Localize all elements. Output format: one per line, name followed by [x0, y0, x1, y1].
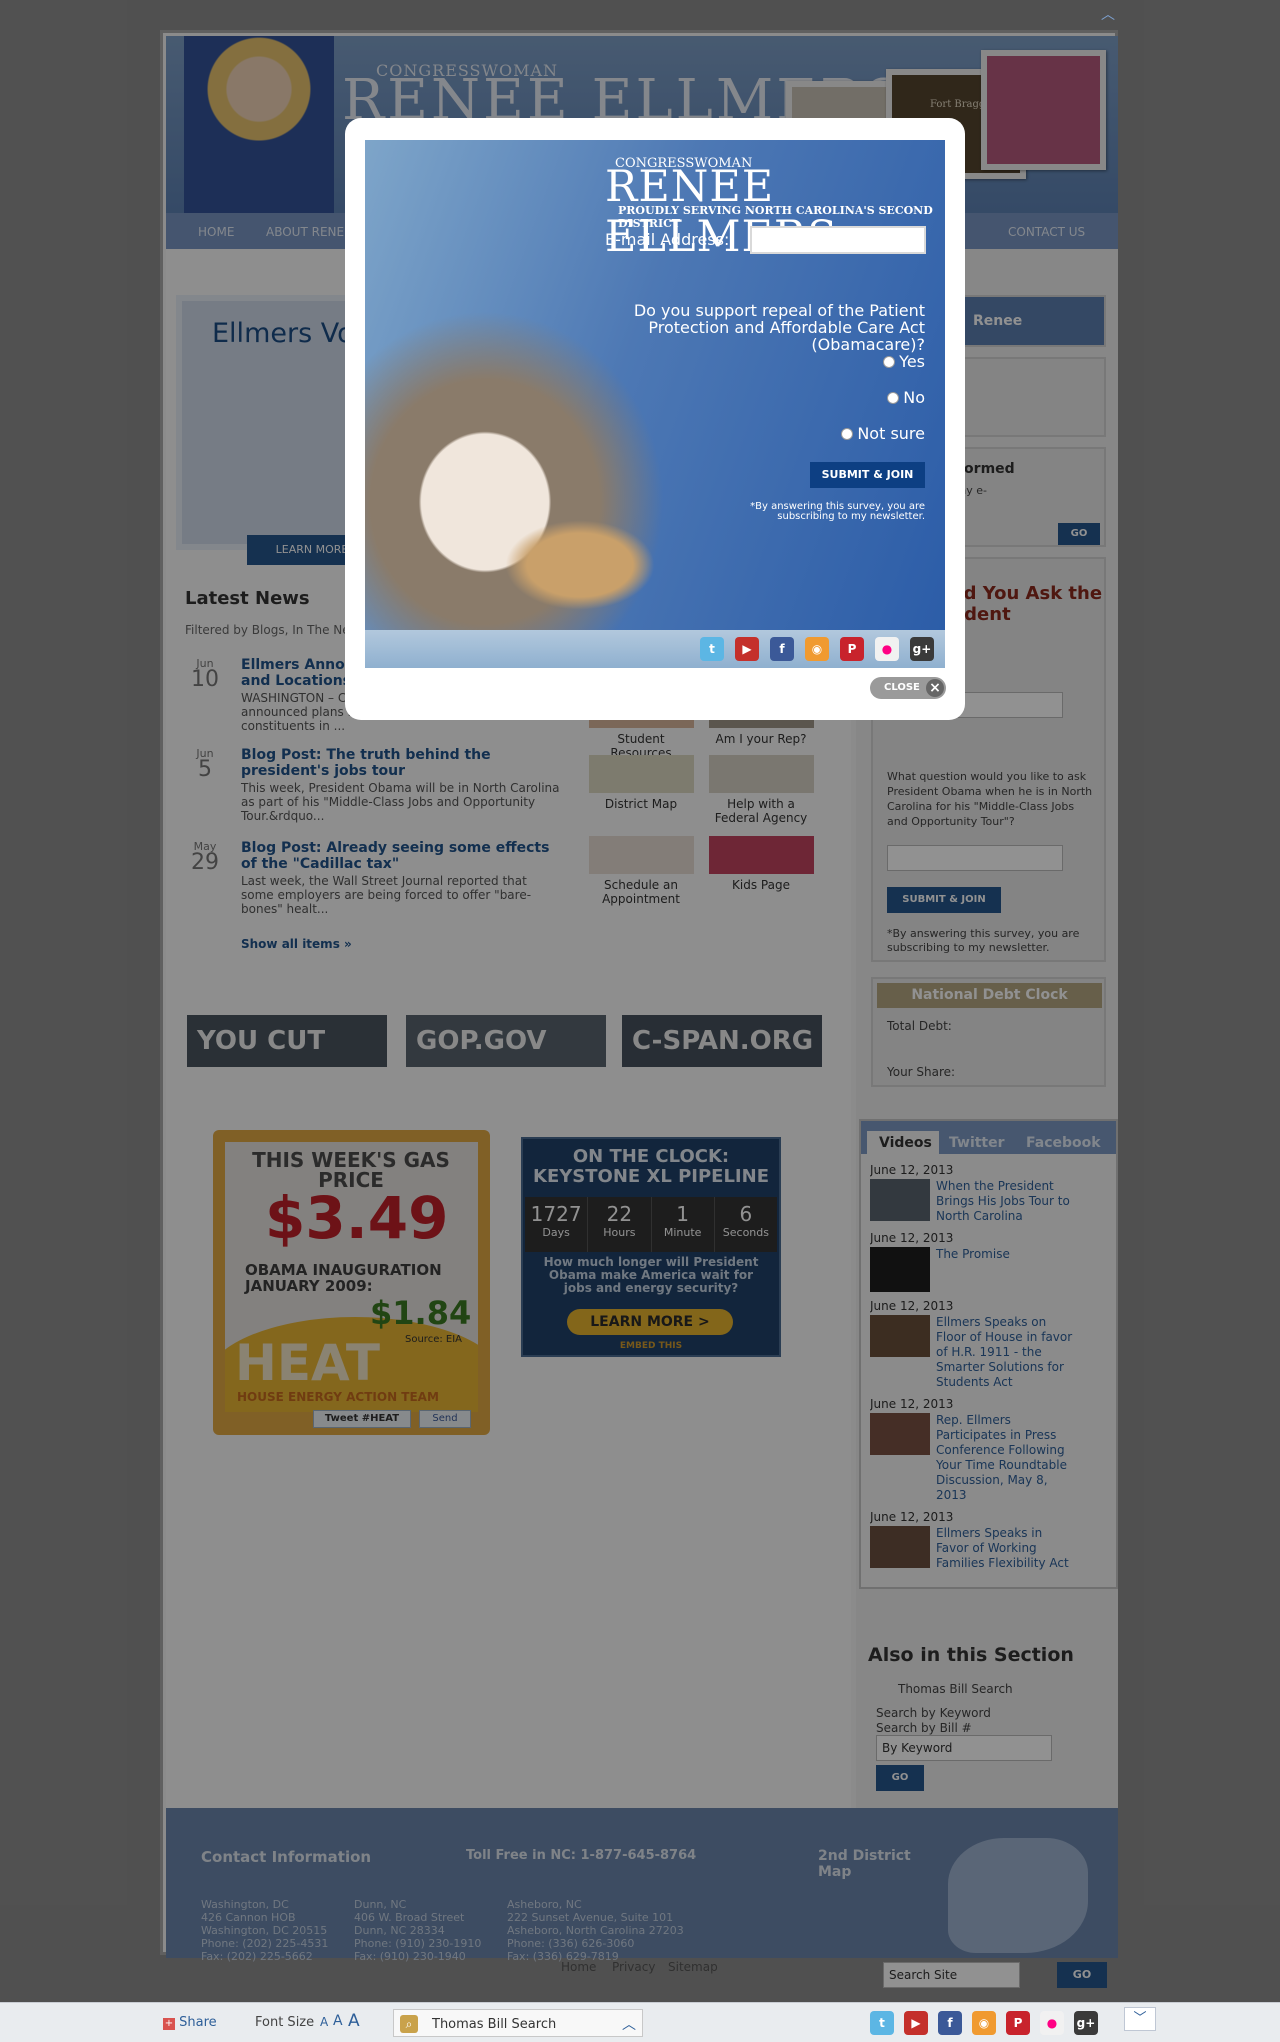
bottom-toolbar: + Share Font Size A A A ⌕ Thomas Bill Se…	[0, 2002, 1280, 2042]
survey-question: Do you support repeal of the Patient Pro…	[633, 301, 925, 354]
close-icon[interactable]: ×	[926, 679, 944, 697]
option-no-label: No	[903, 388, 925, 407]
modal-disclaimer: *By answering this survey, you are subsc…	[750, 501, 925, 522]
thomas-dock-label: Thomas Bill Search	[432, 2017, 557, 2032]
flickr-icon[interactable]: ●	[1040, 2011, 1064, 2035]
option-yes-label: Yes	[899, 352, 925, 371]
share-icon: +	[163, 2018, 175, 2030]
scroll-top-chevron-icon[interactable]: ︿	[1101, 4, 1115, 24]
search-icon: ⌕	[400, 2015, 418, 2033]
font-size-small[interactable]: A	[320, 2015, 328, 2029]
email-label: E-mail Address:	[605, 230, 730, 249]
share-button[interactable]: + Share	[163, 2015, 217, 2030]
pinterest-icon[interactable]: P	[840, 637, 864, 661]
chevron-up-icon[interactable]: ︿	[622, 2014, 636, 2034]
option-yes[interactable]: Yes	[883, 352, 925, 371]
facebook-icon[interactable]: f	[770, 637, 794, 661]
rss-icon[interactable]: ◉	[972, 2011, 996, 2035]
share-label: Share	[179, 2015, 217, 2030]
submit-join-button[interactable]: SUBMIT & JOIN	[810, 462, 925, 488]
youtube-icon[interactable]: ▶	[735, 637, 759, 661]
close-button[interactable]: CLOSE ×	[870, 677, 946, 699]
radio-yes[interactable]	[883, 355, 896, 368]
facebook-icon[interactable]: f	[938, 2011, 962, 2035]
option-not-sure[interactable]: Not sure	[841, 424, 925, 443]
twitter-icon[interactable]: t	[870, 2011, 894, 2035]
twitter-icon[interactable]: t	[700, 637, 724, 661]
chevron-down-icon[interactable]: ﹀	[1124, 2007, 1156, 2031]
modal-social-bar: t ▶ f ◉ P ● g+	[365, 630, 945, 668]
survey-modal: CONGRESSWOMAN RENEE ELLMERS PROUDLY SERV…	[345, 118, 965, 720]
email-input[interactable]	[750, 226, 926, 254]
youtube-icon[interactable]: ▶	[904, 2011, 928, 2035]
option-not-sure-label: Not sure	[857, 424, 925, 443]
font-size-medium[interactable]: A	[333, 2013, 343, 2029]
modal-dog	[505, 520, 655, 610]
flickr-icon[interactable]: ●	[875, 637, 899, 661]
rss-icon[interactable]: ◉	[805, 637, 829, 661]
modal-panel: CONGRESSWOMAN RENEE ELLMERS PROUDLY SERV…	[365, 140, 945, 630]
option-no[interactable]: No	[887, 388, 925, 407]
close-label: CLOSE	[884, 682, 920, 693]
radio-not-sure[interactable]	[841, 427, 854, 440]
font-size-label: Font Size	[255, 2015, 315, 2030]
pinterest-icon[interactable]: P	[1006, 2011, 1030, 2035]
thomas-dock-item[interactable]: ⌕ Thomas Bill Search ︿	[393, 2009, 643, 2037]
font-size-large[interactable]: A	[348, 2011, 360, 2031]
googleplus-icon[interactable]: g+	[1074, 2011, 1098, 2035]
radio-no[interactable]	[887, 391, 900, 404]
googleplus-icon[interactable]: g+	[910, 637, 934, 661]
